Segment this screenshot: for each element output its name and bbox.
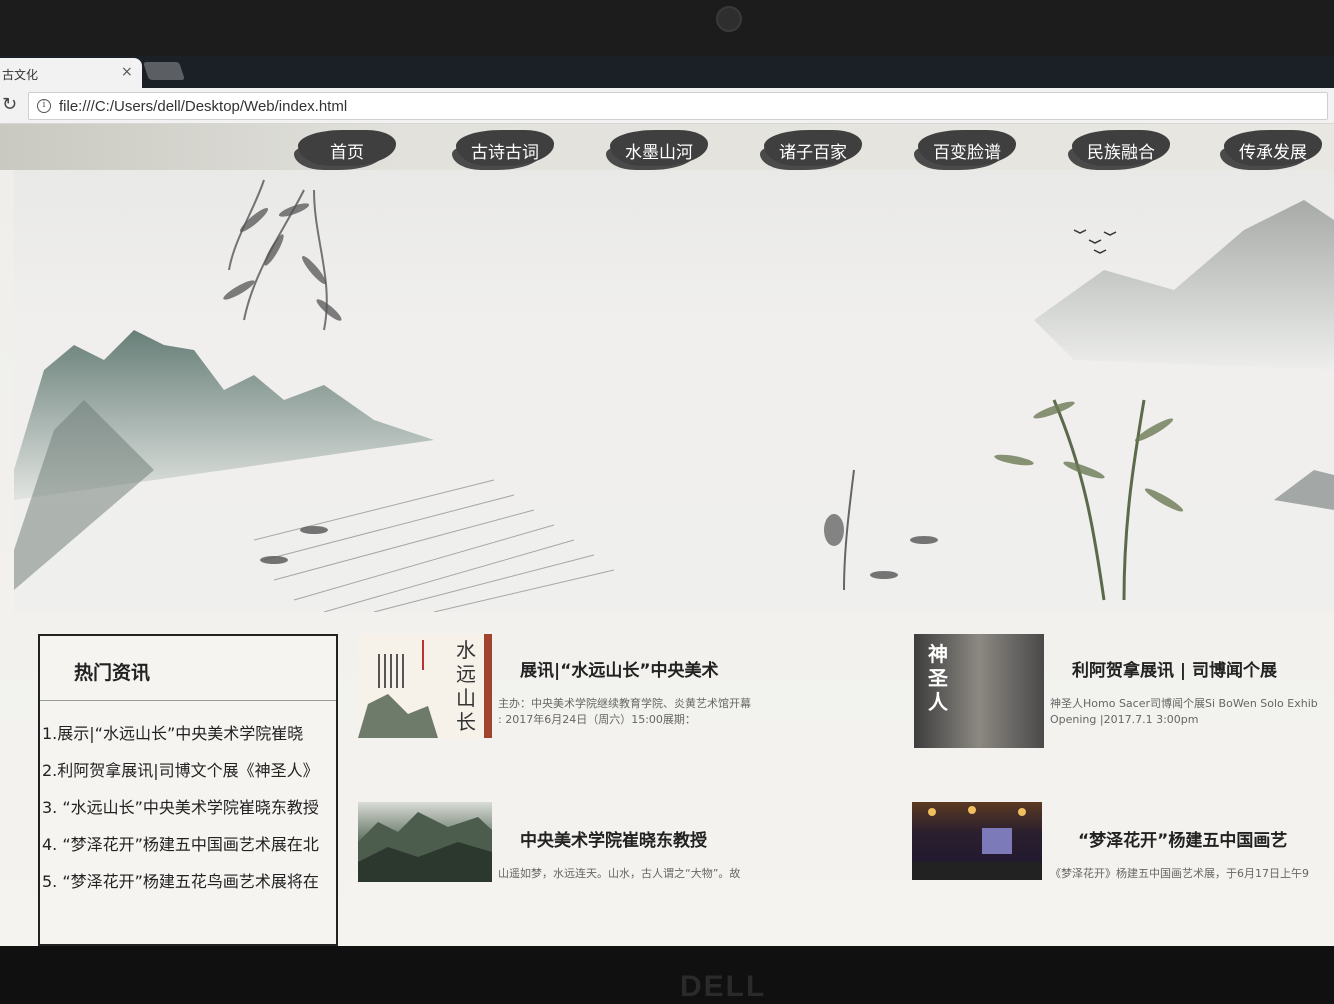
news-desc: 主办：中央美术学院继续教育学院、炎黄艺术馆开幕 <box>498 697 751 710</box>
nav-label: 百变脸谱 <box>933 143 1001 163</box>
browser-tab-strip: 古文化 × <box>0 56 1334 88</box>
nav-label: 民族融合 <box>1087 143 1155 163</box>
hero-ink-landscape <box>14 170 1334 612</box>
hot-news-item[interactable]: 1.展示|“水远山长”中央美术学院崔晓 <box>42 720 338 744</box>
main-nav: 首页 古诗古词 水墨山河 诸子百家 百变脸谱 民族融合 传承发展 <box>0 124 1334 170</box>
nav-label: 首页 <box>330 143 364 163</box>
hot-news-title: 热门资讯 <box>74 662 151 684</box>
thumb-calligraphy-text: 水远山长 <box>456 638 476 734</box>
news-desc: : 2017年6月24日（周六）15:00展期： <box>498 713 696 726</box>
nav-label: 诸子百家 <box>779 143 847 163</box>
laptop-bezel-top <box>0 0 1334 58</box>
webcam-icon <box>716 6 742 32</box>
nav-item-poetry[interactable]: 古诗古词 <box>444 130 556 168</box>
browser-tab[interactable]: 古文化 × <box>0 58 142 88</box>
news-thumbnail-landscape[interactable] <box>358 802 492 882</box>
nav-label: 水墨山河 <box>625 143 693 163</box>
nav-item-philosophers[interactable]: 诸子百家 <box>752 130 864 168</box>
tab-title: 古文化 <box>2 68 39 82</box>
url-input[interactable]: i file:///C:/Users/dell/Desktop/Web/inde… <box>28 92 1328 120</box>
news-desc: 山遥如梦，水远连天。山水，古人谓之“大物”。故 <box>498 867 741 880</box>
new-tab-button[interactable] <box>143 62 185 80</box>
news-thumbnail-event[interactable] <box>912 802 1042 880</box>
reload-icon[interactable]: ↻ <box>2 94 17 115</box>
nav-item-heritage[interactable]: 传承发展 <box>1212 130 1324 168</box>
laptop-bezel-bottom: DELL <box>0 946 1334 1003</box>
hot-news-panel: 热门资讯 1.展示|“水远山长”中央美术学院崔晓 2.利阿贺拿展讯|司博文个展《… <box>38 634 338 946</box>
nav-item-home[interactable]: 首页 <box>286 130 398 168</box>
hot-news-item[interactable]: 3. “水远山长”中央美术学院崔晓东教授 <box>42 794 338 818</box>
screen: 古文化 × ↻ i file:///C:/Users/dell/Desktop/… <box>0 56 1334 946</box>
hot-news-item[interactable]: 5. “梦泽花开”杨建五花鸟画艺术展将在 <box>42 868 338 892</box>
info-icon[interactable]: i <box>37 99 51 113</box>
news-desc: Opening |2017.7.1 3:00pm <box>1050 713 1199 726</box>
close-tab-icon[interactable]: × <box>121 64 133 80</box>
ink-painting-illustration <box>14 179 1334 612</box>
news-thumbnail-calligraphy[interactable]: 水远山长 <box>358 634 492 738</box>
landscape-painting-image <box>358 812 492 882</box>
address-bar: ↻ i file:///C:/Users/dell/Desktop/Web/in… <box>0 88 1334 124</box>
news-desc: 神圣人Homo Sacer司博闻个展Si BoWen Solo Exhib <box>1050 697 1318 710</box>
nav-label: 古诗古词 <box>471 143 539 163</box>
nav-item-opera-masks[interactable]: 百变脸谱 <box>906 130 1018 168</box>
url-text: file:///C:/Users/dell/Desktop/Web/index.… <box>59 98 348 115</box>
news-title[interactable]: 展讯|“水远山长”中央美术 <box>520 656 719 681</box>
nav-label: 传承发展 <box>1239 143 1307 163</box>
thumb-exhibition-text: 神圣人 <box>928 642 948 714</box>
news-title[interactable]: 中央美术学院崔晓东教授 <box>520 826 707 851</box>
nav-item-landscape[interactable]: 水墨山河 <box>598 130 710 168</box>
event-photo-image <box>912 806 1042 880</box>
hot-news-item[interactable]: 2.利阿贺拿展讯|司博文个展《神圣人》 <box>42 757 338 781</box>
nav-item-ethnic-fusion[interactable]: 民族融合 <box>1060 130 1172 168</box>
news-thumbnail-exhibition[interactable]: 神圣人 <box>914 634 1044 748</box>
hot-news-item[interactable]: 4. “梦泽花开”杨建五中国画艺术展在北 <box>42 831 338 855</box>
dell-logo: DELL <box>680 970 767 1003</box>
news-desc: 《梦泽花开》杨建五中国画艺术展，于6月17日上午9 <box>1050 867 1309 880</box>
news-title[interactable]: “梦泽花开”杨建五中国画艺 <box>1078 826 1287 851</box>
web-page: 首页 古诗古词 水墨山河 诸子百家 百变脸谱 民族融合 传承发展 热门资讯 1.… <box>0 124 1334 946</box>
news-title[interactable]: 利阿贺拿展讯 | 司博闻个展 <box>1072 656 1277 681</box>
divider <box>40 700 336 701</box>
